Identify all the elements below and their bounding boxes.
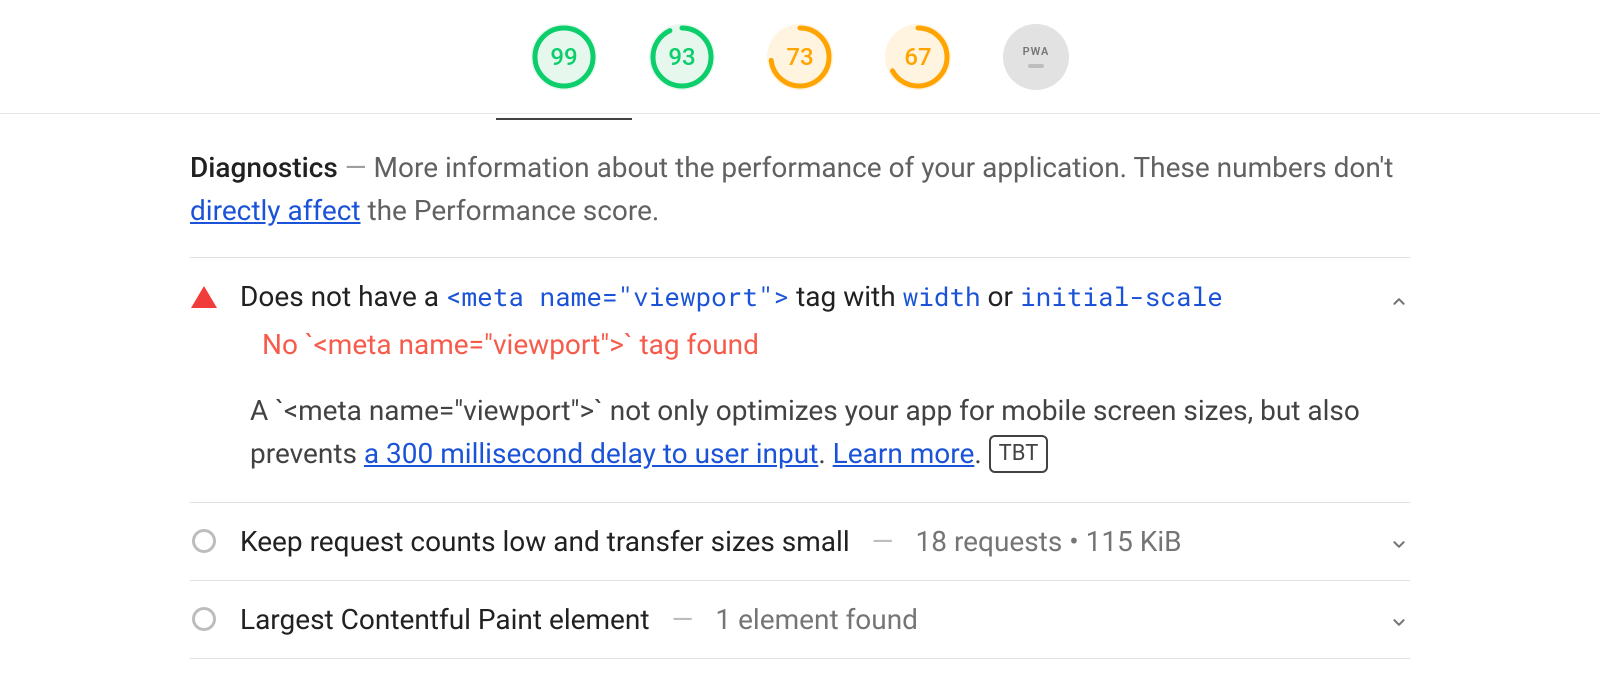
learn-more-link[interactable]: Learn more [833, 437, 975, 470]
chevron-down-icon[interactable] [1388, 608, 1410, 630]
audit-requests-title: Keep request counts low and transfer siz… [240, 525, 850, 558]
dash: — [672, 603, 694, 636]
code-width: width [903, 280, 981, 314]
audit-requests-sub: 18 requests • 115 KiB [916, 525, 1182, 558]
audit-viewport: Does not have a <meta name="viewport"> t… [190, 258, 1410, 503]
audit-lcp-header[interactable]: Largest Contentful Paint element — 1 ele… [190, 581, 1410, 658]
info-ring-icon [190, 607, 218, 631]
diagnostics-desc-pre: More information about the performance o… [374, 151, 1394, 184]
audit-requests: Keep request counts low and transfer siz… [190, 503, 1410, 581]
tbt-badge: TBT [989, 435, 1049, 473]
audit-viewport-desc: A `<meta name="viewport">` not only opti… [250, 389, 1410, 476]
score-gauge-1[interactable]: 93 [649, 24, 715, 90]
dash: — [345, 151, 367, 184]
fail-triangle-icon [190, 286, 218, 308]
audit-requests-header[interactable]: Keep request counts low and transfer siz… [190, 503, 1410, 580]
d3: . [974, 437, 988, 470]
directly-affect-link[interactable]: directly affect [190, 194, 361, 227]
audit-lcp-sub: 1 element found [715, 603, 918, 636]
audit-viewport-title: Does not have a <meta name="viewport"> t… [240, 280, 1223, 314]
score-gauge-pwa[interactable]: PWA [1003, 24, 1069, 90]
audit-lcp: Largest Contentful Paint element — 1 ele… [190, 581, 1410, 659]
score-gauge-0[interactable]: 99 [531, 24, 597, 90]
dash: — [872, 525, 894, 558]
code-meta-viewport: <meta name="viewport"> [446, 280, 789, 314]
chevron-down-icon[interactable] [1388, 530, 1410, 552]
audit-viewport-body: No `<meta name="viewport">` tag found A … [250, 328, 1410, 502]
diagnostics-title: Diagnostics [190, 151, 338, 184]
delay-link[interactable]: a 300 millisecond delay to user input [364, 437, 818, 470]
audit-lcp-title: Largest Contentful Paint element [240, 603, 650, 636]
audit-viewport-header[interactable]: Does not have a <meta name="viewport"> t… [190, 258, 1410, 336]
diagnostics-desc-post: the Performance score. [361, 194, 660, 227]
t3: or [981, 280, 1020, 313]
audit-viewport-error: No `<meta name="viewport">` tag found [262, 328, 1410, 361]
chevron-up-icon[interactable] [1388, 286, 1410, 308]
info-ring-icon [190, 529, 218, 553]
score-bar: 99 93 73 67 PWA [0, 0, 1600, 114]
score-gauge-3[interactable]: 67 [885, 24, 951, 90]
diagnostics-section: Diagnostics — More information about the… [190, 114, 1410, 659]
score-gauge-2[interactable]: 73 [767, 24, 833, 90]
diagnostics-heading: Diagnostics — More information about the… [190, 146, 1410, 258]
code-initial-scale: initial-scale [1020, 280, 1223, 314]
d2: . [818, 437, 832, 470]
t2: tag with [789, 280, 902, 313]
t1: Does not have a [240, 280, 446, 313]
